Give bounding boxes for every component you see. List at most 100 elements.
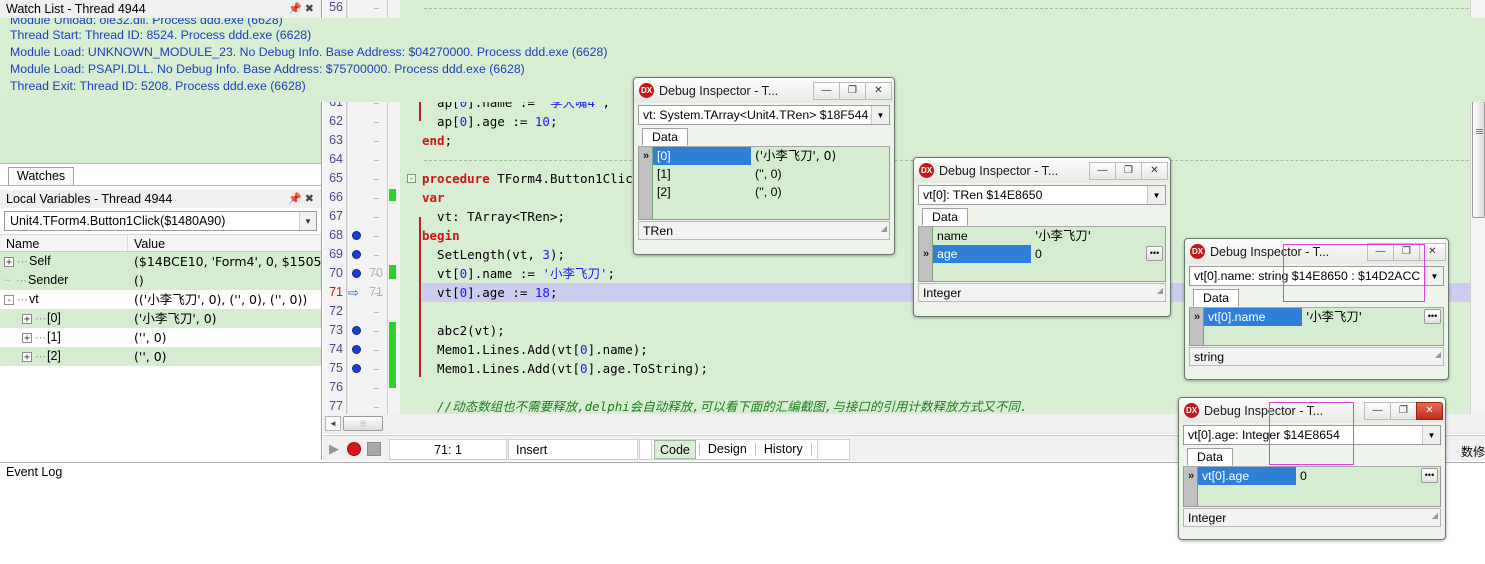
editor-code-line[interactable]: vt: TArray<TRen>; [422,207,565,226]
close-button[interactable]: ✕ [1419,242,1446,261]
tree-expander-icon[interactable]: + [4,256,14,267]
minimize-button[interactable]: — [813,81,840,100]
inspector-tren-grid[interactable]: name '小李飞刀' » age 0 ••• [918,227,1166,282]
close-button[interactable]: ✕ [865,81,892,100]
inspector-tren-expression-combo[interactable]: vt[0]: TRen $14E8650 ▼ [918,185,1166,205]
inspector-row[interactable]: » vt[0].age 0 ••• [1188,467,1440,485]
maximize-button[interactable]: ❐ [1390,401,1417,420]
pin-icon[interactable]: 📌 [288,193,305,205]
editor-code-line[interactable]: Memo1.Lines.Add(vt[0].age.ToString); [422,359,708,378]
breakpoint-icon[interactable] [352,231,361,240]
tab-code[interactable]: Code [654,440,696,459]
inspector-tren-window[interactable]: DX Debug Inspector - T... — ❐ ✕ vt[0]: T… [913,157,1171,317]
table-row[interactable]: ┈ ⋯Sender () [0,271,321,290]
minimize-button[interactable]: — [1367,242,1394,261]
editor-code-line[interactable]: ap[0].age := 10; [422,112,557,131]
inspector-array-expression-combo[interactable]: vt: System.TArray<Unit4.TRen> $18F544 : … [638,105,890,125]
table-row[interactable]: + ⋯[2] ('', 0) [0,347,321,366]
event-log-entry[interactable]: Thread Start: Thread ID: 8524. Process d… [0,27,1485,44]
breakpoint-icon[interactable] [352,250,361,259]
inspector-name-grid[interactable]: » vt[0].name '小李飞刀' ••• [1189,308,1444,346]
tab-history[interactable]: History [759,440,808,459]
event-log-entry[interactable]: Module Unload: ole32.dll. Process ddd.ex… [0,18,1485,27]
resize-grip-icon[interactable]: ◢ [1432,507,1438,525]
inspector-row[interactable]: [2] ('', 0) [653,183,889,201]
tab-data[interactable]: Data [1193,289,1239,307]
inspector-name-type-text: string [1194,350,1225,364]
event-log-entry[interactable]: Module Load: PSAPI.DLL. No Debug Info. B… [0,61,1485,78]
resize-grip-icon[interactable]: ◢ [1157,282,1163,300]
editor-line-number: 72 [329,304,343,318]
maximize-button[interactable]: ❐ [839,81,866,100]
table-row[interactable]: +⋯Self ($14BCE10, 'Form4', 0, $1505620, n… [0,252,321,271]
inspector-row[interactable]: name '小李飞刀' [933,227,1165,245]
editor-horizontal-scroll-thumb[interactable]: ⦙⦙⦙ [343,416,383,431]
inspector-ellipsis-button[interactable]: ••• [1146,246,1163,261]
event-log-entry[interactable]: Module Load: UNKNOWN_MODULE_23. No Debug… [0,44,1485,61]
table-row[interactable]: + ⋯[0] ('小李飞刀', 0) [0,309,321,328]
halt-icon[interactable] [367,442,381,456]
editor-code-line[interactable]: end; [422,131,452,150]
chevron-down-icon[interactable]: ▼ [1425,267,1443,285]
table-row[interactable]: + ⋯[1] ('', 0) [0,328,321,347]
inspector-name-expression-combo[interactable]: vt[0].name: string $14E8650 : $14D2ACC ▼ [1189,266,1444,286]
scroll-left-arrow-icon[interactable]: ◄ [325,416,341,431]
tree-expander-icon[interactable]: + [22,332,32,343]
inspector-name-window[interactable]: DX Debug Inspector - T... — ❐ ✕ vt[0].na… [1184,238,1449,380]
resize-grip-icon[interactable]: ◢ [1435,346,1441,364]
tree-expander-icon[interactable]: + [22,313,32,324]
tab-data[interactable]: Data [642,128,688,146]
inspector-array-grid[interactable]: » [0] ('小李飞刀', 0) [1] ('', 0) [2] ('', 0… [638,147,890,220]
tree-expander-icon[interactable]: - [4,294,14,305]
maximize-button[interactable]: ❐ [1115,161,1142,180]
tab-watches[interactable]: Watches [8,167,75,185]
inspector-row[interactable]: » [0] ('小李飞刀', 0) [643,147,889,165]
inspector-age-titlebar[interactable]: DX Debug Inspector - T... — ❐ ✕ [1179,398,1445,423]
chevron-down-icon[interactable]: ▼ [1422,426,1440,444]
breakpoint-icon[interactable] [352,326,361,335]
tab-data[interactable]: Data [1187,448,1233,466]
editor-code-line[interactable]: Memo1.Lines.Add(vt[0].name); [422,340,648,359]
inspector-tren-titlebar[interactable]: DX Debug Inspector - T... — ❐ ✕ [914,158,1170,183]
table-row[interactable]: - ⋯vt (('小李飞刀', 0), ('', 0), ('', 0)) [0,290,321,309]
breakpoint-icon[interactable] [352,364,361,373]
inspector-ellipsis-button[interactable]: ••• [1424,309,1441,324]
inspector-ellipsis-button[interactable]: ••• [1421,468,1438,483]
inspector-array-window[interactable]: DX Debug Inspector - T... — ❐ ✕ vt: Syst… [633,77,895,255]
breakpoint-icon[interactable] [352,345,361,354]
inspector-row[interactable]: » age 0 ••• [923,245,1165,263]
inspector-age-grid[interactable]: » vt[0].age 0 ••• [1183,467,1441,507]
inspector-row[interactable]: [1] ('', 0) [653,165,889,183]
editor-code-line[interactable]: var [422,188,445,207]
tab-design[interactable]: Design [703,440,752,459]
chevron-down-icon[interactable]: ▼ [871,106,889,124]
inspector-array-titlebar[interactable]: DX Debug Inspector - T... — ❐ ✕ [634,78,894,103]
pin-icon[interactable]: 📌 [288,3,305,15]
close-button[interactable]: ✕ [1416,401,1443,420]
chevron-down-icon[interactable]: ▼ [299,212,316,230]
stop-record-icon[interactable] [347,442,361,456]
close-icon[interactable]: ✖ [305,193,317,205]
chevron-down-icon[interactable]: ▼ [1147,186,1165,204]
minimize-button[interactable]: — [1089,161,1116,180]
play-icon[interactable]: ▶ [329,442,343,456]
inspector-row[interactable]: » vt[0].name '小李飞刀' ••• [1194,308,1443,326]
tree-expander-icon[interactable]: + [22,351,32,362]
inspector-age-window[interactable]: DX Debug Inspector - T... — ❐ ✕ vt[0].ag… [1178,397,1446,540]
inspector-name-titlebar[interactable]: DX Debug Inspector - T... — ❐ ✕ [1185,239,1448,264]
inspector-tren-type-footer: Integer ◢ [918,283,1166,302]
code-fold-toggle-icon[interactable]: - [407,174,416,184]
resize-grip-icon[interactable]: ◢ [881,220,887,238]
editor-code-line[interactable]: abc2(vt); [422,321,505,340]
editor-code-line[interactable]: begin [422,226,460,245]
close-button[interactable]: ✕ [1141,161,1168,180]
close-icon[interactable]: ✖ [305,3,317,15]
editor-code-line[interactable]: vt[0].name := '小李飞刀'; [422,264,615,283]
maximize-button[interactable]: ❐ [1393,242,1420,261]
breakpoint-icon[interactable] [352,269,361,278]
editor-code-line[interactable]: SetLength(vt, 3); [422,245,565,264]
minimize-button[interactable]: — [1364,401,1391,420]
inspector-age-expression-combo[interactable]: vt[0].age: Integer $14E8654 ▼ [1183,425,1441,445]
scope-combo[interactable]: Unit4.TForm4.Button1Click($1480A90) ▼ [4,211,317,231]
tab-data[interactable]: Data [922,208,968,226]
